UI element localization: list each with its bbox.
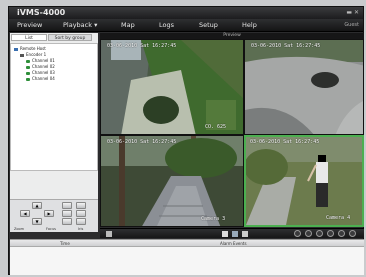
tab-list[interactable]: List bbox=[11, 34, 47, 41]
snapshot-icon[interactable] bbox=[106, 231, 112, 237]
encoder-icon bbox=[20, 53, 24, 57]
tree-channel-4[interactable]: Channel 04 bbox=[26, 76, 55, 81]
camera-icon bbox=[26, 71, 30, 75]
focus-far-button[interactable] bbox=[76, 210, 86, 217]
camera-icon bbox=[26, 77, 30, 81]
layout-4-icon[interactable] bbox=[305, 230, 312, 237]
camera-icon bbox=[26, 59, 30, 63]
ptz-down-button[interactable]: ▼ bbox=[32, 218, 42, 225]
layout-16-icon[interactable] bbox=[327, 230, 334, 237]
alarm-events-panel: Time Alarm Events bbox=[10, 239, 364, 275]
zoom-out-button[interactable] bbox=[76, 202, 86, 209]
camera-2-timestamp: 03-06-2010 Sat 16:27:45 bbox=[251, 43, 321, 49]
panel-tabs: List Sort by group bbox=[10, 33, 98, 41]
iris-close-button[interactable] bbox=[76, 218, 86, 225]
tree-root[interactable]: Remote Host bbox=[14, 46, 46, 51]
layout-9-icon[interactable] bbox=[316, 230, 323, 237]
iris-open-button[interactable] bbox=[62, 218, 72, 225]
tree-channel-3[interactable]: Channel 03 bbox=[26, 70, 55, 75]
camera-view-4[interactable]: 03-06-2010 Sat 16:27:45 Camera 4 bbox=[244, 135, 364, 227]
focus-near-button[interactable] bbox=[62, 210, 72, 217]
camera-1-name: CO. 625 bbox=[205, 124, 227, 130]
app-title: iVMS-4000 bbox=[17, 8, 66, 17]
app-window: iVMS-4000 ▬ ✕ Preview Playback ▾ Map Log… bbox=[8, 6, 364, 275]
camera-view-2[interactable]: 03-06-2010 Sat 16:27:45 bbox=[244, 39, 364, 135]
ptz-up-button[interactable]: ▲ bbox=[32, 202, 42, 209]
record-icon[interactable] bbox=[232, 231, 238, 237]
camera-1-scene bbox=[101, 40, 243, 134]
iris-label: Iris bbox=[78, 227, 84, 231]
title-bar: iVMS-4000 ▬ ✕ bbox=[9, 7, 363, 19]
previous-page-icon[interactable] bbox=[338, 230, 345, 237]
camera-2-scene bbox=[245, 40, 363, 134]
camera-4-name: Camera 4 bbox=[326, 215, 351, 221]
col-alarm-events[interactable]: Alarm Events bbox=[220, 241, 247, 246]
menu-logs[interactable]: Logs bbox=[159, 21, 174, 29]
menu-setup[interactable]: Setup bbox=[199, 21, 218, 29]
device-tree: Remote Host Encoder 1 Channel 01 Channel… bbox=[10, 43, 98, 171]
ptz-right-button[interactable]: ▶ bbox=[44, 210, 54, 217]
camera-3-scene bbox=[101, 136, 243, 226]
camera-view-3[interactable]: 03-06-2010 Sat 16:27:45 Camera 3 bbox=[100, 135, 244, 227]
tree-encoder[interactable]: Encoder 1 bbox=[20, 52, 46, 57]
user-label: Guest bbox=[344, 22, 359, 28]
zoom-label: Zoom bbox=[14, 227, 25, 231]
menu-map[interactable]: Map bbox=[121, 21, 135, 29]
camera-3-name: Camera 3 bbox=[201, 216, 226, 222]
menu-bar: Preview Playback ▾ Map Logs Setup Help G… bbox=[9, 19, 363, 32]
layout-1-icon[interactable] bbox=[294, 230, 301, 237]
tree-channel-2[interactable]: Channel 02 bbox=[26, 64, 55, 69]
device-panel: List Sort by group Remote Host Encoder 1… bbox=[10, 33, 98, 232]
camera-4-scene bbox=[246, 137, 362, 225]
stop-all-icon[interactable] bbox=[222, 231, 228, 237]
menu-playback[interactable]: Playback ▾ bbox=[63, 21, 97, 29]
window-controls[interactable]: ▬ ✕ bbox=[346, 9, 359, 16]
host-icon bbox=[14, 47, 18, 51]
camera-3-timestamp: 03-06-2010 Sat 16:27:45 bbox=[107, 139, 177, 145]
ptz-panel: ▲ ▼ ◀ ▶ Zoom Focus Iris bbox=[10, 199, 98, 232]
tab-sort-by-group[interactable]: Sort by group bbox=[48, 34, 92, 41]
col-time[interactable]: Time bbox=[60, 241, 70, 246]
next-page-icon[interactable] bbox=[349, 230, 356, 237]
video-grid: 03-06-2010 Sat 16:27:45 CO. 625 03-06-20… bbox=[100, 39, 364, 227]
preview-toolbar bbox=[100, 228, 364, 238]
camera-4-timestamp: 03-06-2010 Sat 16:27:45 bbox=[250, 139, 320, 145]
ptz-left-button[interactable]: ◀ bbox=[20, 210, 30, 217]
camera-icon bbox=[26, 65, 30, 69]
menu-preview[interactable]: Preview bbox=[17, 21, 42, 29]
fullscreen-icon[interactable] bbox=[242, 231, 248, 237]
focus-label: Focus bbox=[46, 227, 56, 231]
camera-view-1[interactable]: 03-06-2010 Sat 16:27:45 CO. 625 bbox=[100, 39, 244, 135]
events-header: Time Alarm Events bbox=[10, 240, 364, 247]
camera-1-timestamp: 03-06-2010 Sat 16:27:45 bbox=[107, 43, 177, 49]
menu-help[interactable]: Help bbox=[242, 21, 257, 29]
zoom-in-button[interactable] bbox=[62, 202, 72, 209]
tree-channel-1[interactable]: Channel 01 bbox=[26, 58, 55, 63]
